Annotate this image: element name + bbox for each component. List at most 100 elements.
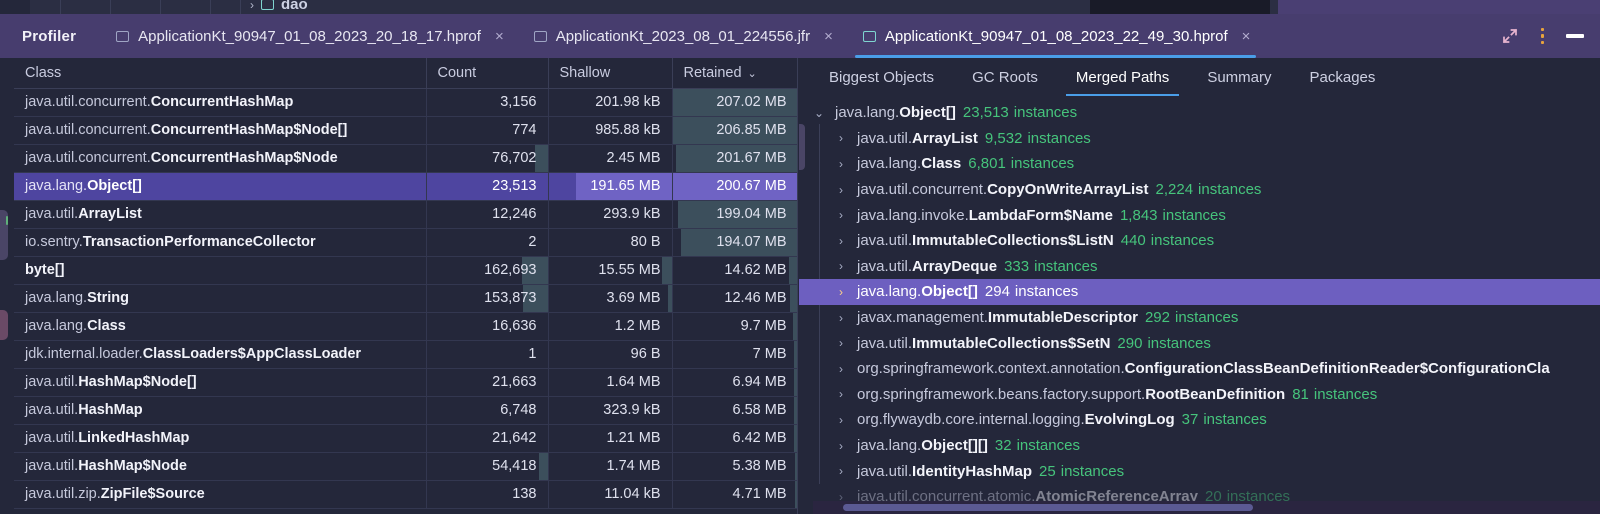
chevron-right-icon[interactable]: › — [833, 260, 849, 272]
tree-node[interactable]: › org.flywaydb.core.internal.logging.Evol… — [799, 407, 1600, 433]
table-row[interactable]: java.util.concurrent.ConcurrentHashMap 3,… — [14, 88, 797, 117]
folder-icon — [261, 0, 274, 10]
cell-class: java.lang.String — [14, 284, 427, 313]
node-package: java.lang. — [857, 283, 922, 301]
cell-retained: 194.07 MB — [672, 228, 797, 257]
cell-class: java.util.HashMap — [14, 396, 427, 425]
chevron-right-icon[interactable]: › — [833, 388, 849, 400]
table-row[interactable]: java.lang.Class 16,636 1.2 MB 9.7 MB — [14, 312, 797, 341]
table-row[interactable]: java.lang.Object[] 23,513 191.65 MB 200.67 … — [14, 172, 797, 201]
tree-node[interactable]: › org.springframework.beans.factory.suppo… — [799, 382, 1600, 408]
chevron-right-icon[interactable]: › — [833, 184, 849, 196]
node-instance-unit: instances — [1162, 206, 1226, 224]
document-tab-1[interactable]: ApplicationKt_90947_01_08_2023_20_18_17.… — [100, 14, 518, 58]
tree-node[interactable]: › org.springframework.context.annotation.… — [799, 356, 1600, 382]
tree-node[interactable]: › java.lang.Object[] 294 instances — [799, 279, 1600, 305]
tree-node[interactable]: › java.lang.Class 6,801 instances — [799, 151, 1600, 177]
table-row[interactable]: java.util.HashMap 6,748 323.9 kB 6.58 MB — [14, 396, 797, 425]
minimize-icon[interactable] — [1566, 34, 1584, 38]
edge-tool-tab-1[interactable] — [0, 210, 8, 260]
cell-count: 21,663 — [426, 368, 549, 397]
document-tab-2[interactable]: ApplicationKt_2023_08_01_224556.jfr × — [518, 14, 847, 58]
tree-node[interactable]: › java.lang.Object[][] 32 instances — [799, 433, 1600, 459]
cell-value: 207.02 MB — [716, 94, 787, 110]
cell-count: 153,873 — [426, 284, 549, 313]
cell-value: 191.65 MB — [590, 178, 661, 194]
tab-label: Packages — [1309, 68, 1376, 86]
title-bar: Profiler ApplicationKt_90947_01_08_2023_… — [0, 14, 1600, 58]
expand-arrows-icon[interactable] — [1501, 27, 1519, 45]
tab-packages[interactable]: Packages — [1294, 58, 1392, 96]
chevron-right-icon[interactable]: › — [833, 440, 849, 452]
close-icon[interactable]: × — [1237, 29, 1251, 44]
node-instance-count: 440 — [1120, 232, 1146, 250]
edge-tool-tab-2[interactable] — [0, 310, 8, 340]
node-package: org.flywaydb.core.internal.logging. — [857, 411, 1085, 429]
table-row[interactable]: java.util.HashMap$Node 54,418 1.74 MB 5.38 … — [14, 452, 797, 481]
table-header-row: Class Count Shallow Retained ⌄ — [14, 58, 797, 89]
chevron-right-icon[interactable]: › — [833, 465, 849, 477]
tree-node[interactable]: › java.lang.invoke.LambdaForm$Name 1,843 in… — [799, 202, 1600, 228]
cell-value: 7 MB — [752, 346, 787, 362]
chevron-right-icon[interactable]: › — [833, 132, 849, 144]
column-header-shallow[interactable]: Shallow — [548, 58, 673, 89]
tab-summary[interactable]: Summary — [1191, 58, 1287, 96]
tree-node[interactable]: › java.util.ArrayList 9,532 instances — [799, 126, 1600, 152]
value-bar — [795, 480, 797, 507]
tree-node[interactable]: › java.util.ImmutableCollections$SetN 290 i… — [799, 330, 1600, 356]
node-class-name: Object[] — [899, 104, 956, 122]
cell-class: java.lang.Object[] — [14, 172, 427, 201]
chevron-right-icon[interactable]: › — [833, 312, 849, 324]
chevron-right-icon[interactable]: › — [833, 363, 849, 375]
horizontal-scrollbar-thumb[interactable] — [843, 504, 1253, 511]
chevron-right-icon[interactable]: › — [833, 235, 849, 247]
document-tab-3[interactable]: ApplicationKt_90947_01_08_2023_22_49_30.… — [847, 14, 1265, 58]
node-instance-count: 290 — [1117, 334, 1143, 352]
tree-node[interactable]: › javax.management.ImmutableDescriptor 292… — [799, 305, 1600, 331]
strip-tree-row: › dao — [250, 0, 308, 13]
value-bar — [790, 284, 797, 311]
horizontal-scrollbar-track[interactable] — [813, 501, 1600, 514]
window-controls — [1501, 14, 1584, 58]
cell-count: 2 — [426, 228, 549, 257]
chevron-right-icon[interactable]: › — [833, 414, 849, 426]
table-row[interactable]: java.util.LinkedHashMap 21,642 1.21 MB 6.42… — [14, 424, 797, 453]
tab-biggest-objects[interactable]: Biggest Objects — [813, 58, 950, 96]
table-row[interactable]: jdk.internal.loader.ClassLoaders$AppClas… — [14, 340, 797, 369]
main-content: Class Count Shallow Retained⌄ java.util — [0, 58, 1600, 514]
column-header-class[interactable]: Class — [14, 58, 427, 89]
table-row[interactable]: java.util.concurrent.ConcurrentHashMap$N… — [14, 144, 797, 173]
table-row[interactable]: java.util.ArrayList 12,246 293.9 kB 199.04 … — [14, 200, 797, 229]
tree-node[interactable]: ⌄ java.lang.Object[] 23,513 instances — [799, 100, 1600, 126]
column-header-retained[interactable]: Retained ⌄ — [672, 58, 797, 89]
kebab-menu-icon[interactable] — [1540, 27, 1544, 45]
chevron-right-icon[interactable]: › — [833, 158, 849, 170]
cell-value: 201.67 MB — [716, 150, 787, 166]
value-bar — [795, 452, 797, 479]
tree-node[interactable]: › java.util.ArrayDeque 333 instances — [799, 254, 1600, 280]
table-row[interactable]: java.util.zip.ZipFile$Source 138 11.04 kB 4… — [14, 480, 797, 509]
table-row[interactable]: java.util.HashMap$Node[] 21,663 1.64 MB 6.9… — [14, 368, 797, 397]
tab-gc-roots[interactable]: GC Roots — [956, 58, 1054, 96]
table-row[interactable]: java.lang.String 153,873 3.69 MB 12.46 MB — [14, 284, 797, 313]
class-package: java.util.zip. — [25, 486, 101, 502]
class-name: ConcurrentHashMap — [150, 94, 294, 110]
node-instance-unit: instances — [1060, 462, 1125, 480]
table-row[interactable]: java.util.concurrent.ConcurrentHashMap$N… — [14, 116, 797, 145]
tab-label: ApplicationKt_90947_01_08_2023_22_49_30.… — [884, 27, 1228, 45]
tab-merged-paths[interactable]: Merged Paths — [1060, 58, 1185, 96]
column-header-count[interactable]: Count — [426, 58, 549, 89]
close-icon[interactable]: × — [490, 29, 504, 44]
chevron-right-icon[interactable]: › — [833, 286, 849, 298]
tree-node[interactable]: › java.util.IdentityHashMap 25 instances — [799, 458, 1600, 484]
tree-node[interactable]: › java.util.ImmutableCollections$ListN 440… — [799, 228, 1600, 254]
cell-count: 54,418 — [426, 452, 549, 481]
chevron-right-icon[interactable]: › — [833, 209, 849, 221]
chevron-right-icon[interactable]: › — [833, 337, 849, 349]
cell-count: 76,702 — [426, 144, 549, 173]
tree-node[interactable]: › java.util.concurrent.CopyOnWriteArrayLi… — [799, 177, 1600, 203]
close-icon[interactable]: × — [819, 29, 833, 44]
chevron-down-icon[interactable]: ⌄ — [811, 107, 827, 119]
table-row[interactable]: io.sentry.TransactionPerformanceCollecto… — [14, 228, 797, 257]
table-row[interactable]: byte[] 162,693 15.55 MB 14.62 MB — [14, 256, 797, 285]
